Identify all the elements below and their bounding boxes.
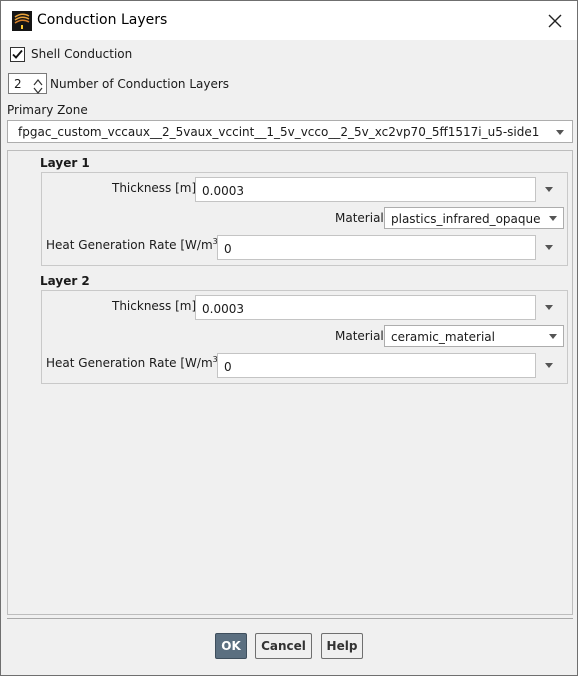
layer-1-material-label: Material xyxy=(335,211,384,225)
layer-2-heat-label: Heat Generation Rate [W/m3] xyxy=(46,355,222,370)
layer-1-material-value: plastics_infrared_opaque xyxy=(391,212,541,226)
conduction-layers-dialog: Conduction Layers Shell Conduction 2 Num… xyxy=(0,0,578,676)
layer-2-heat-value: 0 xyxy=(224,360,232,374)
layer-1-heat-input[interactable]: 0 xyxy=(217,235,536,260)
primary-zone-label: Primary Zone xyxy=(7,103,88,117)
separator xyxy=(7,618,573,619)
primary-zone-value: fpgac_custom_vccaux__2_5vaux_vccint__1_5… xyxy=(18,125,540,139)
layer-1-title: Layer 1 xyxy=(40,156,90,170)
chevron-down-icon xyxy=(556,130,564,135)
layer-1-group: Thickness [m] 0.0003 Material plastics_i… xyxy=(41,172,568,266)
layers-count-spinner[interactable]: 2 xyxy=(8,73,47,94)
layers-panel: Layer 1 Thickness [m] 0.0003 Material pl… xyxy=(7,150,573,615)
layer-2-material-dropdown[interactable]: ceramic_material xyxy=(384,325,564,347)
shell-conduction-label: Shell Conduction xyxy=(31,47,133,61)
layers-count-label: Number of Conduction Layers xyxy=(50,77,230,91)
layer-2-material-label: Material xyxy=(335,329,384,343)
cancel-button[interactable]: Cancel xyxy=(255,633,312,659)
layer-2-thickness-label: Thickness [m] xyxy=(112,299,197,313)
layer-2-thickness-dropdown-icon[interactable] xyxy=(545,305,553,310)
layer-1-heat-value: 0 xyxy=(224,242,232,256)
close-icon[interactable] xyxy=(543,9,567,33)
layer-2-title: Layer 2 xyxy=(40,274,90,288)
app-icon xyxy=(12,11,32,31)
chevron-down-icon xyxy=(549,334,557,339)
chevron-down-icon xyxy=(549,216,557,221)
help-button[interactable]: Help xyxy=(321,633,363,659)
layer-2-material-value: ceramic_material xyxy=(391,330,495,344)
layer-2-heat-dropdown-icon[interactable] xyxy=(545,363,553,368)
layer-1-heat-dropdown-icon[interactable] xyxy=(545,245,553,250)
layer-1-material-dropdown[interactable]: plastics_infrared_opaque xyxy=(384,207,564,229)
dialog-title: Conduction Layers xyxy=(37,12,168,28)
layer-2-thickness-input[interactable]: 0.0003 xyxy=(195,295,536,320)
spin-down-icon[interactable] xyxy=(33,84,43,98)
ok-button[interactable]: OK xyxy=(215,633,247,659)
layers-count-value: 2 xyxy=(14,77,22,91)
layer-1-thickness-input[interactable]: 0.0003 xyxy=(195,177,536,202)
layer-1-heat-label: Heat Generation Rate [W/m3] xyxy=(46,237,222,252)
layer-2-group: Thickness [m] 0.0003 Material ceramic_ma… xyxy=(41,290,568,384)
layer-1-thickness-dropdown-icon[interactable] xyxy=(545,187,553,192)
layer-2-heat-input[interactable]: 0 xyxy=(217,353,536,378)
layer-2-thickness-value: 0.0003 xyxy=(202,302,244,316)
layer-1-thickness-value: 0.0003 xyxy=(202,184,244,198)
layer-1-thickness-label: Thickness [m] xyxy=(112,181,197,195)
shell-conduction-checkbox[interactable] xyxy=(10,47,25,62)
primary-zone-dropdown[interactable]: fpgac_custom_vccaux__2_5vaux_vccint__1_5… xyxy=(7,120,573,143)
title-bar: Conduction Layers xyxy=(1,1,577,40)
